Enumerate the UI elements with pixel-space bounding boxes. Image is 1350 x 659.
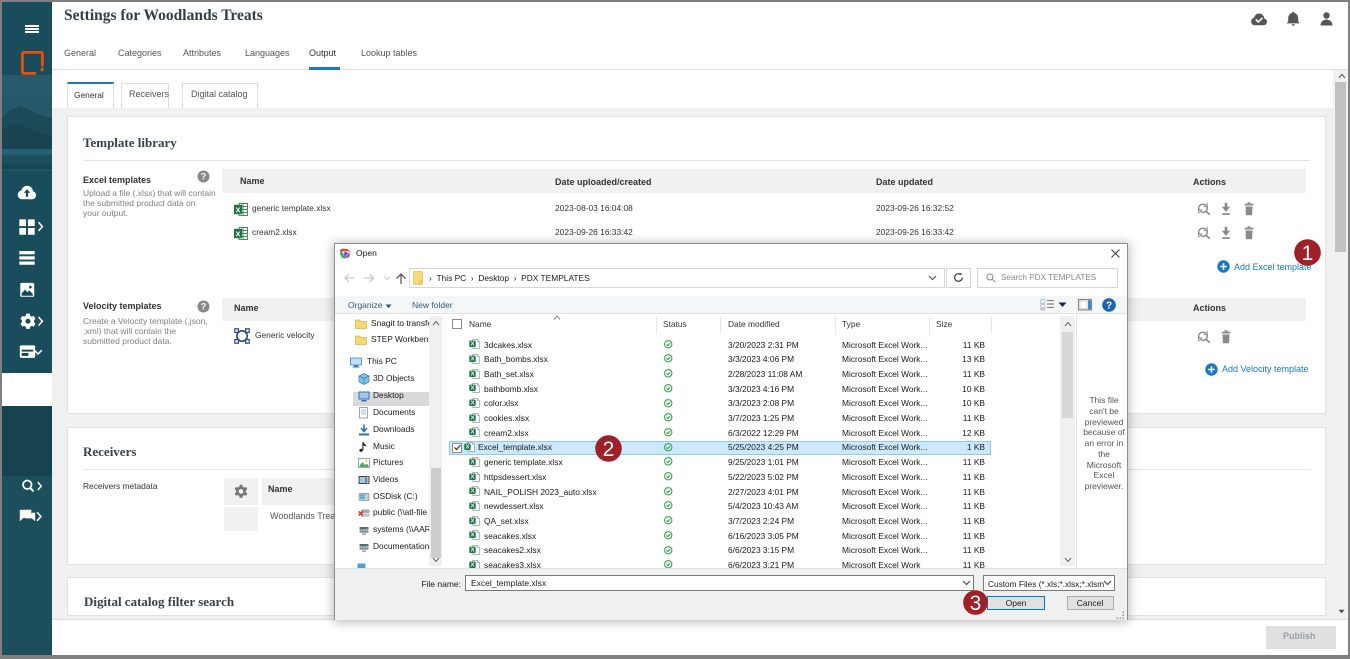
svg-text:?: ? (1106, 300, 1112, 311)
svg-text:X: X (471, 386, 475, 392)
svg-text:X: X (471, 401, 475, 407)
svg-text:X: X (466, 445, 470, 451)
svg-text:X: X (471, 474, 475, 480)
svg-text:X: X (471, 518, 475, 524)
svg-text:X: X (471, 548, 475, 554)
svg-text:X: X (235, 229, 240, 238)
svg-text:3: 3 (970, 592, 982, 615)
svg-text:X: X (471, 342, 475, 348)
svg-text:X: X (471, 533, 475, 539)
svg-text:X: X (471, 459, 475, 465)
svg-text:?: ? (201, 172, 207, 182)
svg-text:X: X (471, 356, 475, 362)
svg-text:1: 1 (1301, 242, 1313, 265)
svg-text:X: X (471, 430, 475, 436)
svg-text:X: X (471, 503, 475, 509)
svg-text:8: 8 (346, 253, 348, 257)
svg-text:X: X (471, 415, 475, 421)
svg-text:?: ? (201, 302, 207, 312)
svg-text:X: X (235, 205, 240, 214)
svg-text:X: X (471, 489, 475, 495)
svg-text:X: X (471, 371, 475, 377)
svg-text:2: 2 (603, 438, 615, 461)
